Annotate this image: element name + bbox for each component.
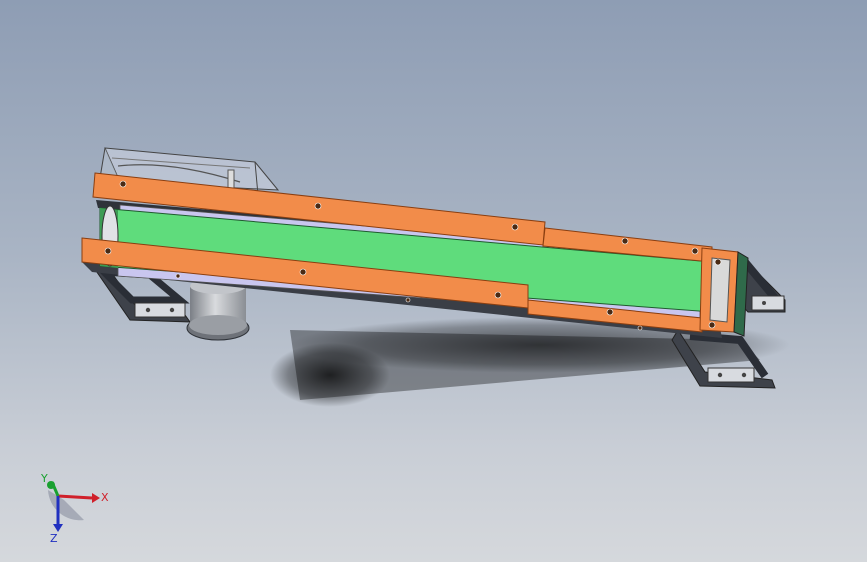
x-axis-label: X xyxy=(101,491,109,504)
graphics-viewport[interactable]: X Y Z xyxy=(0,0,867,562)
end-plate[interactable] xyxy=(699,247,749,337)
z-axis-label: Z xyxy=(50,532,58,545)
y-axis-head xyxy=(47,481,55,489)
z-axis-head xyxy=(53,524,63,532)
x-axis-head xyxy=(92,493,100,503)
y-axis-label: Y xyxy=(40,472,48,485)
triad-plane xyxy=(48,490,84,521)
x-axis-arrow xyxy=(57,494,93,500)
coordinate-triad[interactable]: X Y Z xyxy=(40,472,109,545)
model-scene[interactable]: X Y Z xyxy=(0,0,867,562)
